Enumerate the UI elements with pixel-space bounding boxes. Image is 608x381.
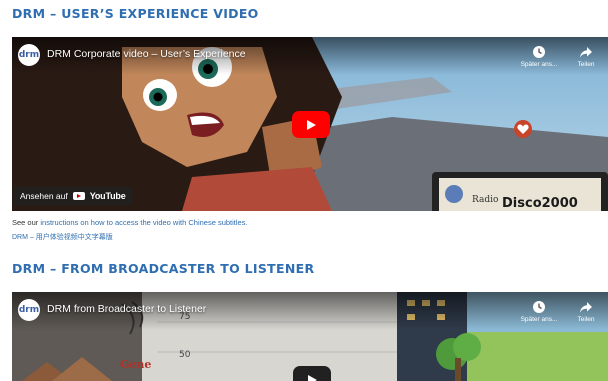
play-icon bbox=[307, 119, 316, 130]
watch-on-label: Ansehen auf bbox=[20, 191, 68, 201]
section-title-users-experience: DRM – USER’S EXPERIENCE VIDEO bbox=[12, 6, 259, 21]
scene-axis-label-50: 50 bbox=[179, 350, 191, 360]
clock-icon bbox=[533, 301, 545, 313]
share-icon bbox=[580, 47, 592, 58]
section-title-broadcaster-to-listener: DRM – FROM BROADCASTER TO LISTENER bbox=[12, 261, 315, 276]
clock-icon bbox=[533, 46, 545, 58]
subtitle-instructions-prefix: See our bbox=[12, 218, 41, 227]
watch-later-label: Später ans... bbox=[520, 61, 558, 68]
video-player-users-experience[interactable]: Radio Disco2000 drm DRM Corporate video … bbox=[12, 37, 608, 211]
share-label: Teilen bbox=[577, 61, 595, 68]
heart-icon bbox=[514, 120, 532, 138]
youtube-wordmark: YouTube bbox=[89, 191, 126, 201]
share-button-2[interactable]: Teilen bbox=[564, 300, 608, 323]
video-title-2[interactable]: DRM from Broadcaster to Listener bbox=[47, 303, 206, 315]
scene-text-genesis: Gene bbox=[120, 358, 151, 371]
watch-on-youtube-button[interactable]: Ansehen auf YouTube bbox=[14, 187, 132, 205]
radio-station-name: Disco2000 bbox=[502, 196, 578, 211]
play-button[interactable] bbox=[292, 111, 330, 138]
video-title[interactable]: DRM Corporate video – User’s Experience bbox=[47, 48, 246, 60]
subtitle-instructions-link[interactable]: instructions on how to access the video … bbox=[40, 218, 247, 227]
watch-later-label-2: Später ans... bbox=[520, 316, 558, 323]
watch-later-button-2[interactable]: Später ans... bbox=[517, 300, 561, 323]
chinese-subtitles-link[interactable]: DRM – 用户体验视频中文字幕版 bbox=[12, 232, 113, 242]
youtube-icon bbox=[72, 192, 85, 200]
subtitle-instructions-text: See our instructions on how to access th… bbox=[12, 218, 248, 227]
watch-later-button[interactable]: Später ans... bbox=[517, 45, 561, 68]
share-label-2: Teilen bbox=[577, 316, 595, 323]
play-button-2[interactable] bbox=[293, 366, 331, 381]
radio-screen-label: Radio bbox=[472, 195, 498, 205]
channel-logo-2[interactable]: drm bbox=[18, 299, 40, 321]
share-button[interactable]: Teilen bbox=[564, 45, 608, 68]
channel-logo[interactable]: drm bbox=[18, 44, 40, 66]
share-icon bbox=[580, 302, 592, 313]
play-icon bbox=[308, 374, 317, 381]
video-player-broadcaster-to-listener[interactable]: Gene 50 75 drm DRM from Broadcaster to L… bbox=[12, 292, 608, 381]
